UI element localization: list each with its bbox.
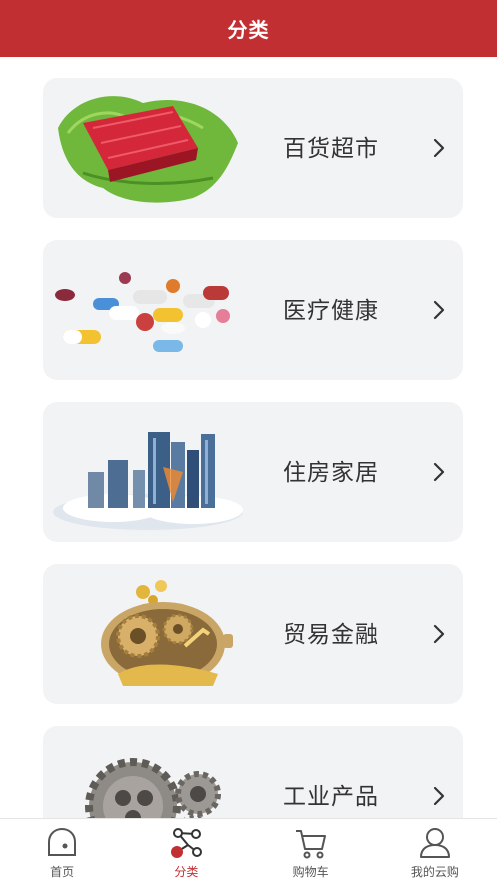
tab-my-account[interactable]: 我的云购 — [373, 819, 497, 883]
tab-home[interactable]: 首页 — [0, 819, 124, 883]
category-card-housing[interactable]: 住房家居 — [43, 402, 463, 542]
city-buildings-image — [53, 432, 243, 530]
chevron-right-icon — [433, 624, 445, 644]
chevron-right-icon — [433, 786, 445, 806]
category-list[interactable]: 百货超市 医疗健康 住房家居 贸易金融 工业产品 — [0, 57, 497, 818]
gears-image — [85, 758, 221, 818]
home-icon — [48, 827, 77, 856]
tab-category[interactable]: 分类 — [124, 819, 248, 883]
category-label: 百货超市 — [283, 136, 379, 162]
category-card-healthcare[interactable]: 医疗健康 — [43, 240, 463, 380]
chevron-right-icon — [433, 300, 445, 320]
category-icon — [171, 828, 203, 858]
tab-cart[interactable]: 购物车 — [249, 819, 373, 883]
category-card-industrial[interactable]: 工业产品 — [43, 726, 463, 818]
category-label: 住房家居 — [283, 460, 379, 486]
meat-vegetable-image — [58, 96, 238, 203]
tab-label: 分类 — [174, 865, 199, 879]
cart-icon — [295, 830, 326, 859]
category-card-trade-finance[interactable]: 贸易金融 — [43, 564, 463, 704]
chevron-right-icon — [433, 138, 445, 158]
page-title: 分类 — [227, 18, 270, 42]
tab-label: 购物车 — [292, 865, 329, 879]
user-icon — [419, 828, 450, 858]
bottom-tab-bar: 首页 分类 购物车 我的云购 — [0, 818, 497, 883]
piggy-bank-gears-image — [101, 580, 233, 686]
chevron-right-icon — [433, 462, 445, 482]
category-label: 贸易金融 — [283, 622, 379, 648]
tab-label: 首页 — [50, 865, 75, 879]
pills-image — [55, 272, 230, 352]
top-header: 分类 — [0, 0, 497, 57]
tab-label: 我的云购 — [410, 865, 459, 879]
category-label: 工业产品 — [283, 784, 379, 810]
category-card-supermarket[interactable]: 百货超市 — [43, 78, 463, 218]
category-label: 医疗健康 — [283, 298, 379, 324]
